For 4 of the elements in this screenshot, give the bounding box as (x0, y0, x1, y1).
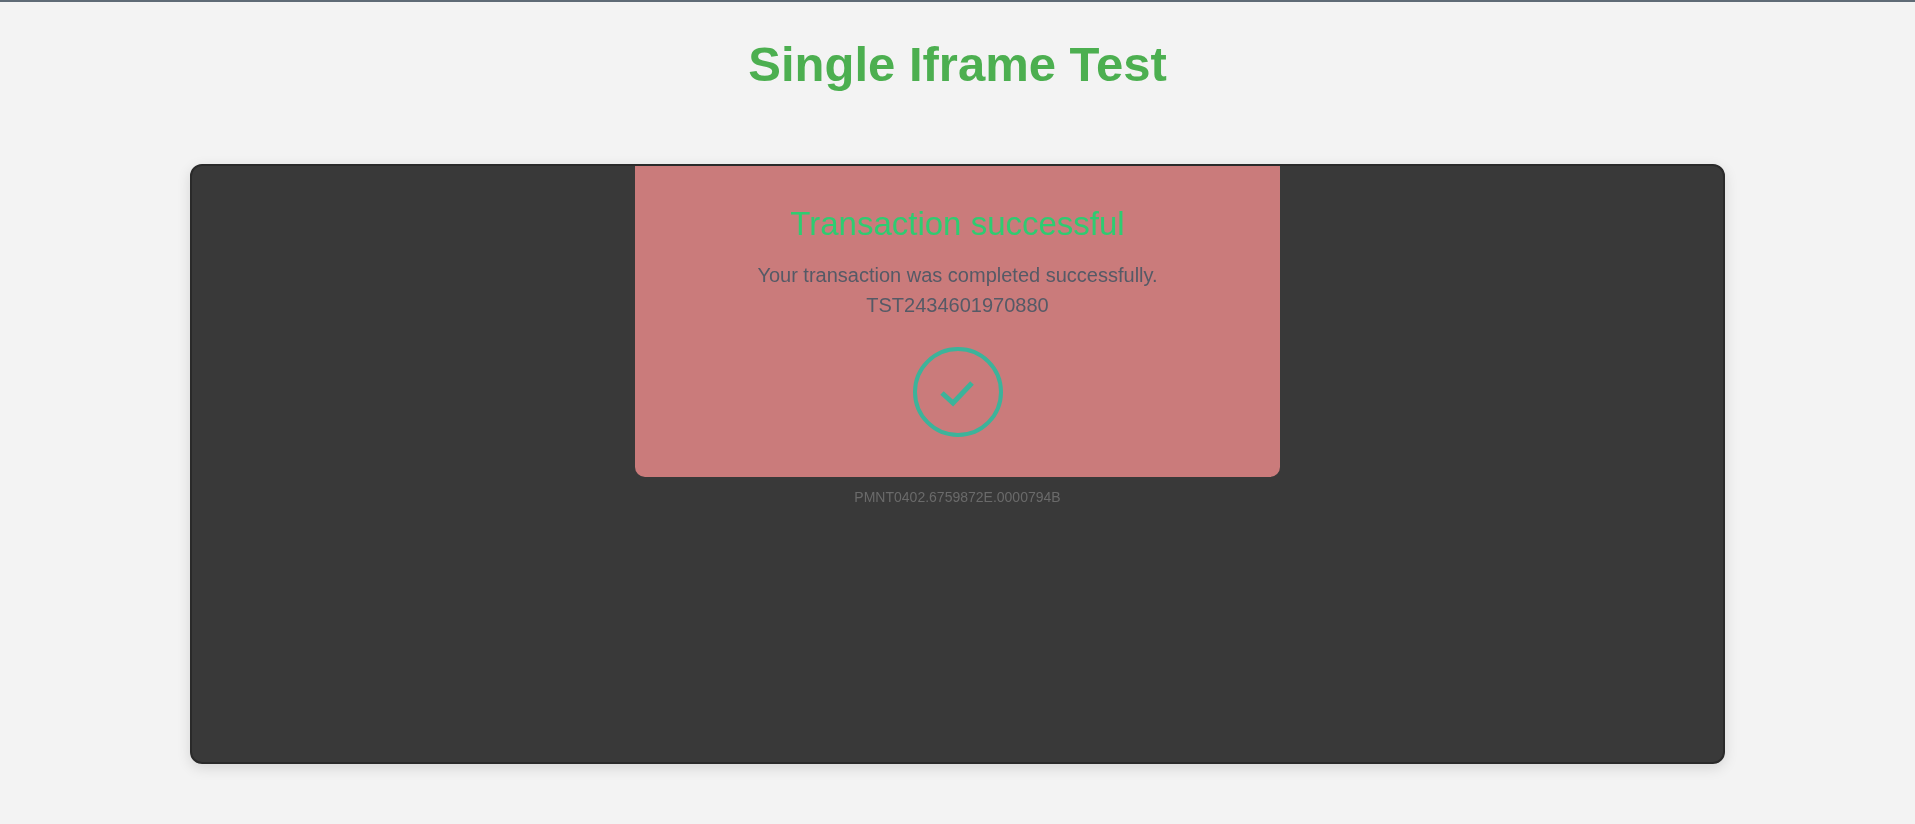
transaction-reference: TST2434601970880 (866, 293, 1049, 318)
card-title: Transaction successful (790, 204, 1125, 244)
page-title: Single Iframe Test (748, 36, 1167, 93)
card-message: Your transaction was completed successfully. (757, 263, 1158, 288)
